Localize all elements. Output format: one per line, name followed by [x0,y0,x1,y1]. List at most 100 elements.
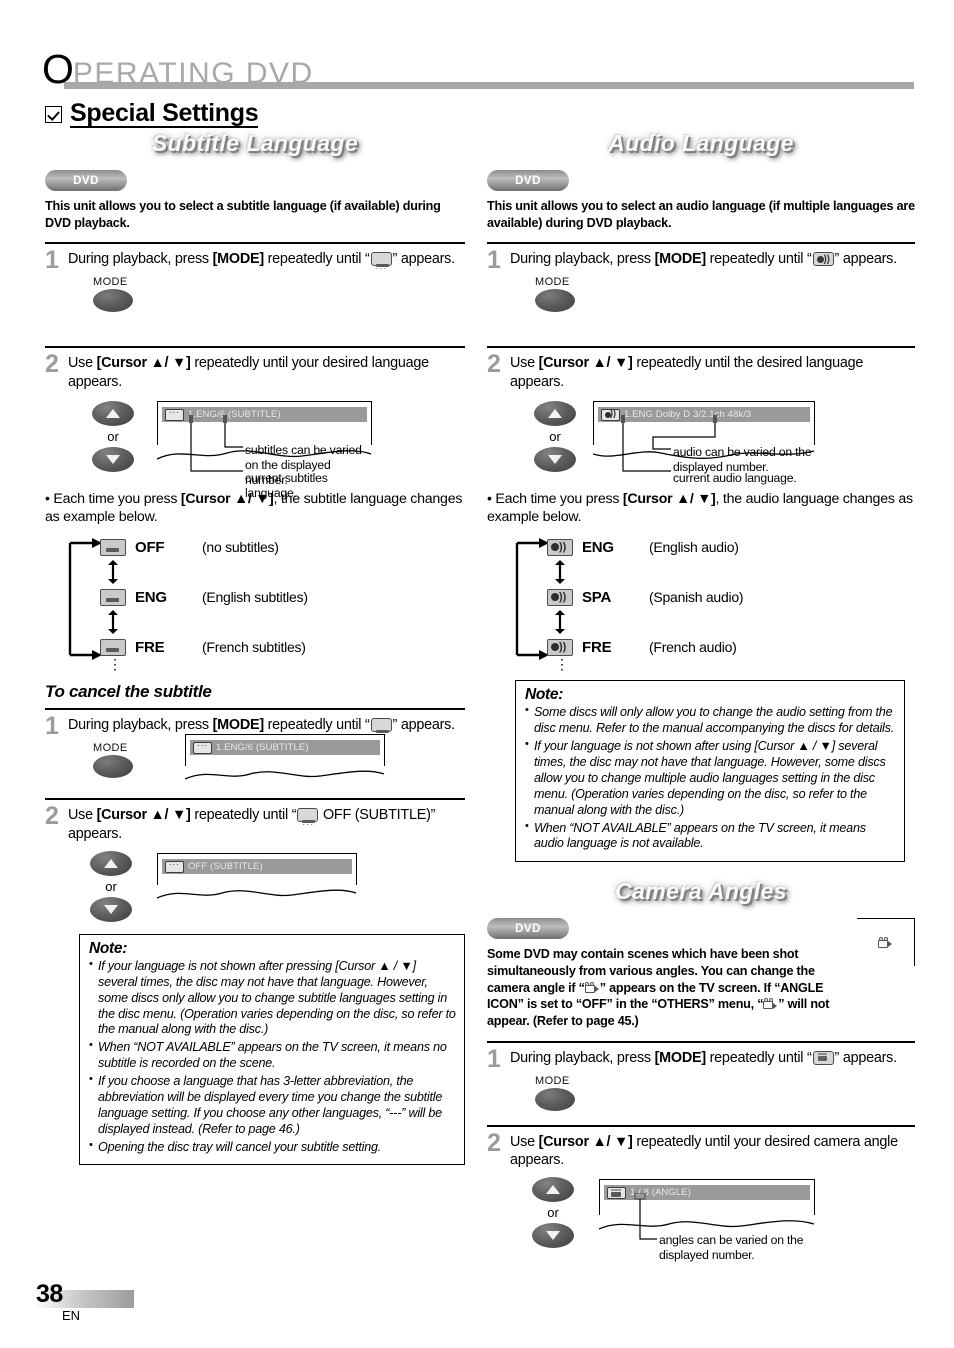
cursor-down-button[interactable] [534,447,576,473]
cursor-up-button[interactable] [532,1177,574,1203]
step-text-mid: repeatedly until “ [190,807,297,824]
callout-text: current subtitles language. [245,471,328,500]
step-number: 2 [487,350,501,379]
subtitle-intro-text: This unit allows you to select a subtitl… [45,199,441,230]
cycle-code: ENG [135,588,167,606]
cursor-up-button[interactable] [92,401,134,427]
step-text: During playback, press [MODE] repeatedly… [510,1048,897,1067]
language-code: EN [62,1308,81,1323]
camera-angle-icon-box [857,918,915,967]
mode-button-label: MODE [93,742,128,755]
step-text-before: During playback, press [68,251,213,268]
step-text-end: ” appears. [392,251,456,268]
mode-button-icon[interactable] [535,289,575,313]
angle-osd-icon [812,1050,834,1065]
camera-step-2: 2 Use [Cursor ▲/ ▼] repeatedly until you… [487,1124,915,1262]
osd-text: 1.ENG/6 (SUBTITLE) [216,742,309,754]
right-column: Audio Language DVD This unit allows you … [487,130,915,1262]
step-text-before: During playback, press [510,251,655,268]
step-text: Use [Cursor ▲/ ▼] repeatedly until the d… [510,353,915,391]
step-text: During playback, press [MODE] repeatedly… [68,715,455,734]
cycle-note-key: [Cursor ▲/ ▼] [622,491,716,508]
step-text-before: Use [68,807,97,824]
note-list: If your language is not shown after pres… [89,958,456,1156]
mode-button-icon[interactable] [93,289,133,313]
step-key-cursor: [Cursor ▲/ ▼] [538,1133,633,1150]
cursor-down-button[interactable] [92,447,134,473]
cancel-subtitle-heading: To cancel the subtitle [45,682,212,702]
camera-angle-icon [763,998,778,1010]
step-text-before: Use [68,355,97,372]
cursor-down-button[interactable] [532,1223,574,1249]
triangle-down-icon [548,455,562,465]
page-title-text: Special Settings [70,99,259,129]
step-key-cursor: [Cursor ▲/ ▼] [96,355,191,372]
callout-text: audio can be varied on the displayed num… [673,445,812,474]
header-title-capital: O [42,46,74,92]
cursor-buttons-figure: or [525,1177,581,1249]
cursor-down-button[interactable] [90,897,132,923]
disc-badge-dvd: DVD [45,170,127,191]
step-text-before: During playback, press [510,1049,655,1066]
or-label: or [105,879,117,895]
cancel-osd-figure-1: 1.ENG/6 (SUBTITLE) [185,734,385,784]
angle-osd-figure: 1 / 8 (ANGLE) angles can be varied on th… [599,1179,815,1262]
mode-button-icon[interactable] [535,1087,575,1111]
note-item: When “NOT AVAILABLE” appears on the TV s… [525,820,896,853]
mode-button-figure: MODE [535,276,915,313]
cursor-up-button[interactable] [90,851,132,877]
step-key-mode: [MODE] [212,251,265,268]
cycle-desc: (Spanish audio) [649,589,744,606]
section-banner-audio-language: Audio Language [487,130,915,164]
disc-badge-dvd: DVD [487,918,569,940]
cycle-ellipsis: ⋮ [555,656,572,673]
step-number: 2 [45,350,59,379]
triangle-up-icon [548,409,562,419]
subtitle-osd-icon [370,252,392,268]
cancel-step-2: 2 Use [Cursor ▲/ ▼] repeatedly until “ O… [45,798,465,923]
step-key-cursor: [Cursor ▲/ ▼] [96,807,191,824]
subtitle-cycle-diagram: OFF (no subtitles) ENG (English subtitle… [68,534,465,673]
step-text: During playback, press [MODE] repeatedly… [510,249,897,268]
cycle-ellipsis: ⋮ [108,656,125,673]
torn-edge-graphic [185,771,385,781]
cursor-up-button[interactable] [534,401,576,427]
cycle-item: ENG (English subtitles) [100,584,465,610]
subtitle-osd-icon [165,859,184,873]
step-number: 2 [45,802,59,831]
mode-button-icon[interactable] [93,755,133,779]
cursor-buttons-figure: or [85,401,141,473]
camera-angles-intro-text: Some DVD may contain scenes which have b… [487,946,847,1030]
note-item: Some discs will only allow you to change… [525,704,896,737]
note-item: Opening the disc tray will cancel your s… [89,1139,456,1156]
note-item: When “NOT AVAILABLE” appears on the TV s… [89,1039,456,1072]
torn-edge-graphic [157,889,357,899]
cancel-step-1: 1 During playback, press [MODE] repeated… [45,708,465,792]
camera-angles-intro-block: DVD Some DVD may contain scenes which ha… [487,918,915,1030]
step-text-end: ” appears. [834,251,898,268]
cycle-desc: (English subtitles) [202,589,308,606]
note-item: If your language is not shown after usin… [525,738,896,818]
audio-osd-icon [547,588,573,606]
step-text-after: repeatedly until “ [263,717,370,734]
note-list: Some discs will only allow you to change… [525,704,896,853]
audio-cycle-diagram: ENG (English audio) SPA (Spanish audio) [515,534,915,673]
page-title: Special Settings [45,99,259,129]
camera-angle-icon [878,936,893,949]
cycle-code: ENG [582,538,614,556]
step-number: 2 [487,1128,501,1157]
triangle-down-icon [546,1231,560,1241]
step-key-mode: [MODE] [654,251,707,268]
mode-button-label: MODE [535,1074,570,1087]
checkbox-icon [45,105,62,123]
step-text-after: repeatedly until “ [263,251,370,268]
note-title: Note: [89,940,128,958]
subtitle-osd-figure: 1.ENG/6 (SUBTITLE) subtitles can be vari… [157,401,372,500]
step-number: 1 [487,246,501,275]
cycle-item: FRE (French audio) [547,634,915,660]
cursor-buttons-figure: or [83,851,139,923]
audio-osd-icon [812,252,834,267]
or-label: or [547,1205,559,1221]
subtitle-osd-icon [297,808,319,824]
audio-cycle-note: • Each time you press [Cursor ▲/ ▼], the… [487,490,915,526]
